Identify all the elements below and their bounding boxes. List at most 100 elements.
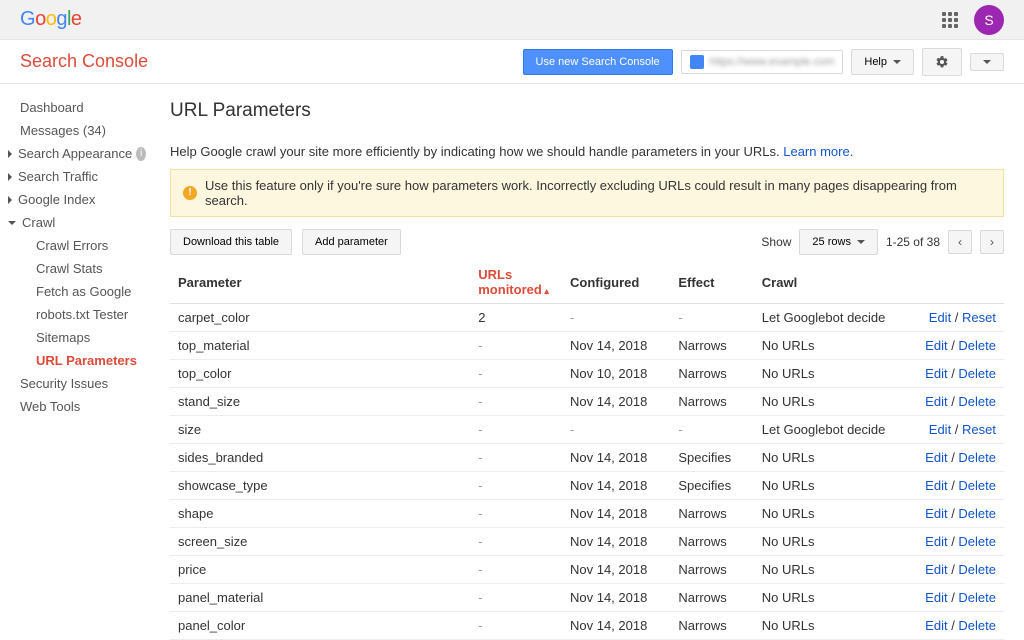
sidebar-item-security[interactable]: Security Issues <box>0 372 158 395</box>
cell-parameter: shape <box>170 500 470 528</box>
use-new-console-button[interactable]: Use new Search Console <box>523 49 673 75</box>
edit-link[interactable]: Edit <box>925 338 947 353</box>
table-row: sides_branded-Nov 14, 2018SpecifiesNo UR… <box>170 444 1004 472</box>
chevron-down-icon <box>893 60 901 64</box>
help-label: Help <box>864 56 887 68</box>
cell-crawl: No URLs <box>754 500 904 528</box>
sidebar-item-url-parameters[interactable]: URL Parameters <box>0 349 158 372</box>
cell-effect: Narrows <box>670 388 753 416</box>
delete-link[interactable]: Delete <box>958 478 996 493</box>
cell-monitored: - <box>470 500 562 528</box>
col-monitored[interactable]: URLs monitored <box>470 261 562 304</box>
sidebar-item-dashboard[interactable]: Dashboard <box>0 96 158 119</box>
table-row: screen_size-Nov 14, 2018NarrowsNo URLsEd… <box>170 528 1004 556</box>
delete-link[interactable]: Delete <box>958 366 996 381</box>
edit-link[interactable]: Edit <box>925 450 947 465</box>
sidebar-item-search-appearance[interactable]: Search Appearancei <box>0 142 158 165</box>
intro-text: Help Google crawl your site more efficie… <box>170 144 1004 159</box>
page-info: 1-25 of 38 <box>886 235 940 249</box>
sidebar-item-robots-tester[interactable]: robots.txt Tester <box>0 303 158 326</box>
edit-link[interactable]: Edit <box>925 562 947 577</box>
chevron-right-icon <box>8 173 12 181</box>
delete-link[interactable]: Delete <box>958 506 996 521</box>
edit-link[interactable]: Edit <box>925 618 947 633</box>
sidebar-item-crawl-stats[interactable]: Crawl Stats <box>0 257 158 280</box>
sidebar-item-search-traffic[interactable]: Search Traffic <box>0 165 158 188</box>
edit-link[interactable]: Edit <box>925 394 947 409</box>
table-toolbar: Download this table Add parameter Show 2… <box>170 229 1004 255</box>
cell-configured: - <box>562 304 670 332</box>
google-bar: Google S <box>0 0 1024 40</box>
cell-configured: Nov 14, 2018 <box>562 556 670 584</box>
google-logo[interactable]: Google <box>20 8 82 31</box>
cell-configured: Nov 14, 2018 <box>562 528 670 556</box>
edit-link[interactable]: Edit <box>925 506 947 521</box>
edit-link[interactable]: Edit <box>925 534 947 549</box>
edit-link[interactable]: Edit <box>929 422 951 437</box>
sidebar-item-google-index[interactable]: Google Index <box>0 188 158 211</box>
delete-link[interactable]: Delete <box>958 562 996 577</box>
cell-actions: Edit / Delete <box>904 612 1004 640</box>
learn-more-link[interactable]: Learn more. <box>783 144 853 159</box>
delete-link[interactable]: Delete <box>958 338 996 353</box>
sidebar-item-sitemaps[interactable]: Sitemaps <box>0 326 158 349</box>
cell-effect: - <box>670 416 753 444</box>
edit-link[interactable]: Edit <box>925 366 947 381</box>
sidebar-item-web-tools[interactable]: Web Tools <box>0 395 158 418</box>
cell-parameter: panel_material <box>170 584 470 612</box>
col-effect[interactable]: Effect <box>670 261 753 304</box>
cell-crawl: No URLs <box>754 584 904 612</box>
cell-parameter: screen_size <box>170 528 470 556</box>
edit-link[interactable]: Edit <box>925 590 947 605</box>
settings-dropdown-button[interactable] <box>970 53 1004 71</box>
sidebar-item-crawl[interactable]: Crawl <box>0 211 158 234</box>
reset-link[interactable]: Reset <box>962 422 996 437</box>
property-selector[interactable]: https://www.example.com <box>681 50 844 74</box>
sidebar-item-messages[interactable]: Messages (34) <box>0 119 158 142</box>
avatar[interactable]: S <box>974 5 1004 35</box>
next-page-button[interactable]: › <box>980 230 1004 254</box>
settings-button[interactable] <box>922 48 962 76</box>
reset-link[interactable]: Reset <box>962 310 996 325</box>
cell-parameter: top_color <box>170 360 470 388</box>
table-row: price-Nov 14, 2018NarrowsNo URLsEdit / D… <box>170 556 1004 584</box>
intro-copy: Help Google crawl your site more efficie… <box>170 144 783 159</box>
cell-effect: Narrows <box>670 500 753 528</box>
edit-link[interactable]: Edit <box>925 478 947 493</box>
cell-actions: Edit / Delete <box>904 472 1004 500</box>
cell-monitored: - <box>470 332 562 360</box>
delete-link[interactable]: Delete <box>958 618 996 633</box>
cell-configured: Nov 14, 2018 <box>562 472 670 500</box>
table-row: shape-Nov 14, 2018NarrowsNo URLsEdit / D… <box>170 500 1004 528</box>
delete-link[interactable]: Delete <box>958 394 996 409</box>
sidebar-item-crawl-errors[interactable]: Crawl Errors <box>0 234 158 257</box>
warning-icon: ! <box>183 186 197 200</box>
cell-effect: Narrows <box>670 612 753 640</box>
download-table-button[interactable]: Download this table <box>170 229 292 255</box>
product-title[interactable]: Search Console <box>20 51 148 72</box>
chevron-down-icon <box>983 60 991 64</box>
edit-link[interactable]: Edit <box>929 310 951 325</box>
cell-monitored: - <box>470 416 562 444</box>
cell-crawl: No URLs <box>754 444 904 472</box>
col-parameter[interactable]: Parameter <box>170 261 470 304</box>
cell-crawl: No URLs <box>754 388 904 416</box>
cell-parameter: showcase_type <box>170 472 470 500</box>
rows-select[interactable]: 25 rows <box>799 229 878 255</box>
col-configured[interactable]: Configured <box>562 261 670 304</box>
prev-page-button[interactable]: ‹ <box>948 230 972 254</box>
parameters-table: Parameter URLs monitored Configured Effe… <box>170 261 1004 640</box>
apps-icon[interactable] <box>942 12 958 28</box>
col-crawl[interactable]: Crawl <box>754 261 904 304</box>
sidebar-item-fetch-as-google[interactable]: Fetch as Google <box>0 280 158 303</box>
delete-link[interactable]: Delete <box>958 534 996 549</box>
cell-parameter: panel_color <box>170 612 470 640</box>
table-row: carpet_color2--Let Googlebot decideEdit … <box>170 304 1004 332</box>
table-row: showcase_type-Nov 14, 2018SpecifiesNo UR… <box>170 472 1004 500</box>
help-button[interactable]: Help <box>851 49 914 75</box>
cell-actions: Edit / Delete <box>904 332 1004 360</box>
delete-link[interactable]: Delete <box>958 590 996 605</box>
table-row: top_material-Nov 14, 2018NarrowsNo URLsE… <box>170 332 1004 360</box>
delete-link[interactable]: Delete <box>958 450 996 465</box>
add-parameter-button[interactable]: Add parameter <box>302 229 401 255</box>
